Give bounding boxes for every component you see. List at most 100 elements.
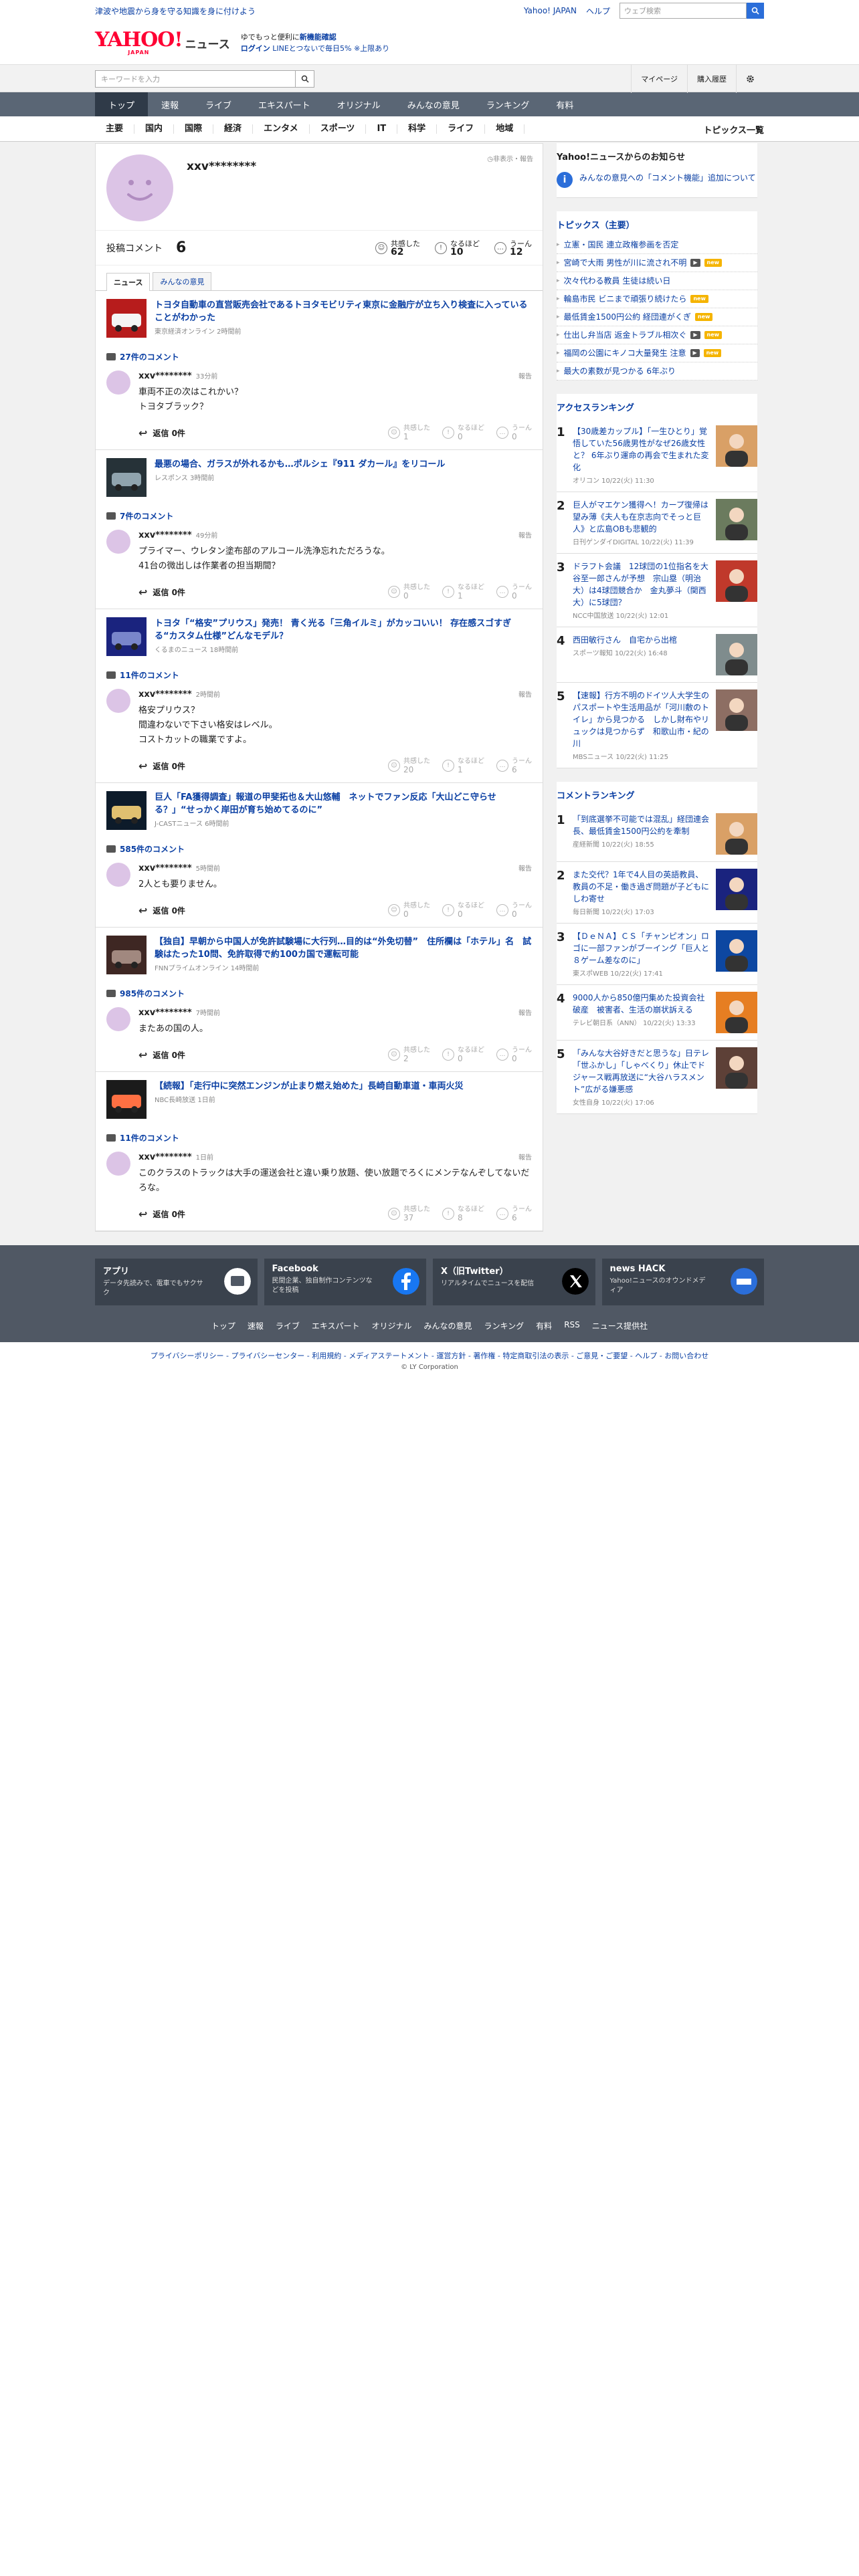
topic-item[interactable]: ▸ 宮崎で大雨 男性が川に流され不明 ▶ new	[557, 254, 757, 272]
article-title[interactable]: 【独自】早朝から中国人が免許試験場に大行列…目的は“外免切替” 住所欄は「ホテル…	[155, 936, 532, 961]
nav-ranking[interactable]: ランキング	[473, 92, 543, 116]
ranking-title[interactable]: 巨人がマエケン獲得へ！カープ復帰は望み薄《夫人も在京志向でそっと巨人》と広島OB…	[573, 499, 709, 535]
notice-text[interactable]: みんなの意見への「コメント機能」追加について	[579, 172, 756, 188]
topic-item[interactable]: ▸ 福岡の公園にキノコ大量発生 注意 ▶ new	[557, 344, 757, 362]
ranking-item[interactable]: 1 「到底選挙不可能では混乱」経団連会長、最低賃金1500円公約を牽制 産経新聞 1…	[557, 807, 757, 862]
topic-item[interactable]: ▸ 輪島市民 ビニまで頑張り続けたら new	[557, 290, 757, 308]
ranking-item[interactable]: 4 9000人から850億円集めた投資会社破産 被害者、生活の崩状訴える テレビ朝日…	[557, 985, 757, 1041]
report-link[interactable]: 報告	[518, 530, 532, 540]
footer-nav-link[interactable]: ランキング	[484, 1320, 524, 1331]
footer-nav-link[interactable]: トップ	[211, 1320, 235, 1331]
comment-avatar[interactable]	[106, 370, 130, 395]
hide-report-link[interactable]: ◷非表示・報告	[487, 153, 533, 163]
article-title[interactable]: 最悪の場合、ガラスが外れるかも…ポルシェ『911 ダカール』をリコール	[155, 458, 445, 471]
insightful-button[interactable]: ! なるほど 0	[442, 1047, 484, 1063]
ranking-item[interactable]: 3 【ＤｅＮＡ】ＣＳ「チャンピオン」ロゴに一部ファンがブーイング「巨人と８ゲーム差…	[557, 924, 757, 985]
article-title[interactable]: トヨタ自動車の直営販売会社であるトヨタモビリティ東京に金融庁が立ち入り検査に入っ…	[155, 299, 532, 324]
line-promo-link[interactable]: LINEとつないで毎日5% ※上限あり	[272, 44, 389, 53]
ranking-item[interactable]: 5 「みんな大谷好きだと思うな」日テレ「世ふかし」「しゃべくり」休止でドジャース戦…	[557, 1041, 757, 1114]
login-link[interactable]: ログイン	[241, 44, 270, 53]
access-ranking-title[interactable]: アクセスランキング	[557, 394, 757, 419]
nav-paid[interactable]: 有料	[543, 92, 587, 116]
ranking-title[interactable]: ドラフト会議 12球団の1位指名を大谷至一郎さんが予想 宗山塁（明治大）は4球団…	[573, 560, 709, 609]
comment-avatar[interactable]	[106, 863, 130, 887]
hmm-button[interactable]: … うーん 0	[496, 584, 532, 600]
insightful-button[interactable]: ! なるほど 0	[442, 902, 484, 918]
topics-title[interactable]: トピックス（主要）	[557, 211, 757, 236]
nav-expert[interactable]: エキスパート	[245, 92, 324, 116]
article-link[interactable]: 巨人「FA獲得調査」報道の甲斐拓也＆大山悠輔 ネットでファン反応「大山どこ守らせ…	[106, 791, 532, 833]
comment-user[interactable]: xxv********	[138, 1008, 192, 1018]
tab-opinions[interactable]: みんなの意見	[153, 272, 212, 290]
cat-domestic[interactable]: 国内	[134, 124, 175, 134]
insightful-button[interactable]: ! なるほど 1	[442, 584, 484, 600]
comment-avatar[interactable]	[106, 1007, 130, 1031]
ranking-item[interactable]: 5 【速報】行方不明のドイツ人大学生のパスポートや生活用品が「河川敷のトイレ」から…	[557, 683, 757, 768]
cat-main[interactable]: 主要	[95, 124, 135, 134]
article-title[interactable]: 巨人「FA獲得調査」報道の甲斐拓也＆大山悠輔 ネットでファン反応「大山どこ守らせ…	[155, 791, 532, 817]
ranking-item[interactable]: 2 巨人がマエケン獲得へ！カープ復帰は望み薄《夫人も在京志向でそっと巨人》と広島O…	[557, 492, 757, 554]
ranking-title[interactable]: 【速報】行方不明のドイツ人大学生のパスポートや生活用品が「河川敷のトイレ」から見…	[573, 689, 709, 750]
footer-nav-link[interactable]: ニュース提供社	[592, 1320, 648, 1331]
ranking-title[interactable]: 「みんな大谷好きだと思うな」日テレ「世ふかし」「しゃべくり」休止でドジャース戦再…	[573, 1047, 709, 1095]
comment-count-link[interactable]: 7件のコメント	[106, 510, 532, 522]
article-link[interactable]: トヨタ自動車の直営販売会社であるトヨタモビリティ東京に金融庁が立ち入り検査に入っ…	[106, 299, 532, 340]
comment-avatar[interactable]	[106, 689, 130, 713]
ranking-title[interactable]: 【ＤｅＮＡ】ＣＳ「チャンピオン」ロゴに一部ファンがブーイング「巨人と８ゲーム差な…	[573, 930, 709, 966]
article-link[interactable]: 【独自】早朝から中国人が免許試験場に大行列…目的は“外免切替” 住所欄は「ホテル…	[106, 936, 532, 977]
empathy-button[interactable]: ☺ 共感した 20	[388, 758, 430, 774]
ranking-item[interactable]: 4 西田敏行さん 自宅から出棺 スポーツ報知 10/22(火) 16:48	[557, 627, 757, 683]
insightful-button[interactable]: ! なるほど 1	[442, 758, 484, 774]
nav-breaking[interactable]: 速報	[148, 92, 192, 116]
cat-local[interactable]: 地域	[485, 124, 525, 134]
report-link[interactable]: 報告	[518, 863, 532, 873]
cat-entertainment[interactable]: エンタメ	[253, 124, 310, 134]
topics-list-link[interactable]: トピックス一覧	[703, 123, 764, 136]
help-link[interactable]: ヘルプ	[586, 5, 610, 17]
footer-x-card[interactable]: X（旧Twitter） リアルタイムでニュースを配信	[433, 1259, 595, 1305]
ranking-title[interactable]: 「到底選挙不可能では混乱」経団連会長、最低賃金1500円公約を牽制	[573, 813, 709, 837]
promo-link[interactable]: 津波や地震から身を守る知識を身に付けよう	[95, 5, 256, 17]
notice-item[interactable]: i みんなの意見への「コメント機能」追加について	[557, 168, 757, 198]
comment-count-link[interactable]: 585件のコメント	[106, 843, 532, 855]
topic-item[interactable]: ▸ 次々代わる教員 生徒は続い日	[557, 272, 757, 290]
cat-life[interactable]: ライフ	[437, 124, 486, 134]
yahoo-japan-link[interactable]: Yahoo! JAPAN	[524, 6, 577, 15]
new-feature-link[interactable]: 新機能確認	[300, 33, 337, 41]
report-link[interactable]: 報告	[518, 689, 532, 699]
footer-app-card[interactable]: アプリ データ先読みで、電車でもサクサク	[95, 1259, 258, 1305]
legal-links[interactable]: プライバシーポリシー - プライバシーセンター - 利用規約 - メディアステー…	[0, 1342, 859, 1364]
article-title[interactable]: 【続報】「走行中に突然エンジンが止まり燃え始めた」長崎自動車道・車両火災	[155, 1080, 464, 1093]
article-link[interactable]: トヨタ「“格安”プリウス」発売！ 青く光る「三角イルミ」がカッコいい！ 存在感ス…	[106, 617, 532, 659]
footer-nav-link[interactable]: みんなの意見	[424, 1320, 472, 1331]
insightful-button[interactable]: ! なるほど 0	[442, 425, 484, 441]
ranking-item[interactable]: 1 【30歳差カップル】「一生ひとり」覚悟していた56歳男性がなぜ26歳女性と？ …	[557, 419, 757, 492]
reply-button[interactable]: ↩ 返信 0件	[138, 904, 185, 917]
web-search-input[interactable]: ウェブ検索	[619, 3, 747, 19]
footer-newshack-card[interactable]: news HACK Yahoo!ニュースのオウンドメディア	[601, 1259, 764, 1305]
reply-button[interactable]: ↩ 返信 0件	[138, 1208, 185, 1220]
footer-nav-link[interactable]: オリジナル	[372, 1320, 412, 1331]
empathy-button[interactable]: ☺ 共感した 1	[388, 425, 430, 441]
web-search-button[interactable]	[747, 3, 764, 19]
comment-user[interactable]: xxv********	[138, 530, 192, 540]
comment-count-link[interactable]: 27件のコメント	[106, 351, 532, 362]
comment-user[interactable]: xxv********	[138, 863, 192, 873]
ranking-title[interactable]: また交代？1年で4人目の英語教員、教員の不足・働き過ぎ問題が子どもにしわ寄せ	[573, 869, 709, 905]
cat-sports[interactable]: スポーツ	[310, 124, 367, 134]
insightful-button[interactable]: ! なるほど 8	[442, 1206, 484, 1222]
comment-user[interactable]: xxv********	[138, 1152, 192, 1162]
footer-nav-link[interactable]: 有料	[536, 1320, 552, 1331]
footer-nav-link[interactable]: ライブ	[276, 1320, 300, 1331]
reply-button[interactable]: ↩ 返信 0件	[138, 1049, 185, 1061]
yahoo-logo[interactable]: YAHOO! JAPAN	[95, 30, 183, 56]
comment-ranking-title[interactable]: コメントランキング	[557, 782, 757, 807]
report-link[interactable]: 報告	[518, 1007, 532, 1017]
purchase-history-link[interactable]: 購入履歴	[687, 65, 736, 93]
hmm-button[interactable]: … うーん 6	[496, 1206, 532, 1222]
nav-opinions[interactable]: みんなの意見	[394, 92, 473, 116]
nav-original[interactable]: オリジナル	[324, 92, 394, 116]
cat-economy[interactable]: 経済	[213, 124, 254, 134]
article-title[interactable]: トヨタ「“格安”プリウス」発売！ 青く光る「三角イルミ」がカッコいい！ 存在感ス…	[155, 617, 532, 643]
keyword-search-button[interactable]	[296, 70, 314, 88]
